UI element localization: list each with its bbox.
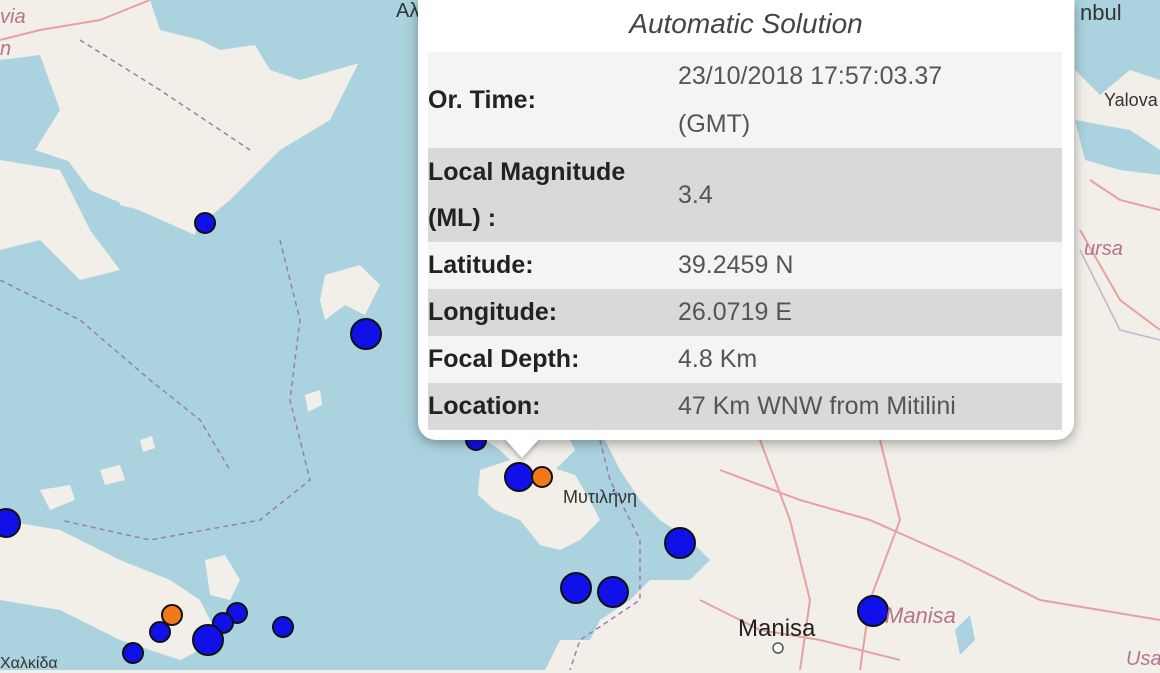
quake-marker[interactable] xyxy=(664,527,696,559)
quake-marker-recent[interactable] xyxy=(531,466,553,488)
info-key: Longitude: xyxy=(428,289,678,336)
map-label: via xyxy=(0,6,26,28)
quake-marker[interactable] xyxy=(122,642,144,664)
map-label: n xyxy=(0,38,12,60)
info-value: 23/10/2018 17:57:03.37 (GMT) xyxy=(678,52,1062,148)
map-label: ursa xyxy=(1084,238,1123,260)
map-label: Yalova xyxy=(1104,90,1158,110)
info-value: 26.0719 E xyxy=(678,289,1062,336)
info-value: 39.2459 N xyxy=(678,242,1062,289)
quake-marker-recent[interactable] xyxy=(161,604,183,626)
info-value: 47 Km WNW from Mitilini xyxy=(678,383,1062,430)
info-key: Focal Depth: xyxy=(428,336,678,383)
info-value: 3.4 xyxy=(678,148,1062,242)
info-row-focal-depth: Focal Depth: 4.8 Km xyxy=(428,336,1062,383)
info-row-longitude: Longitude: 26.0719 E xyxy=(428,289,1062,336)
quake-marker[interactable] xyxy=(194,212,216,234)
info-key: Location: xyxy=(428,383,678,430)
map-label: nbul xyxy=(1080,0,1122,25)
quake-marker[interactable] xyxy=(192,624,224,656)
info-value: 4.8 Km xyxy=(678,336,1062,383)
quake-marker[interactable] xyxy=(149,621,171,643)
earthquake-info-table: Or. Time: 23/10/2018 17:57:03.37 (GMT) L… xyxy=(428,52,1062,430)
map-label-manisa: Manisa xyxy=(738,615,816,642)
quake-marker[interactable] xyxy=(272,616,294,638)
map-label: Usa xyxy=(1126,648,1160,670)
info-key: Local Magnitude (ML) : xyxy=(428,148,678,242)
quake-marker-selected[interactable] xyxy=(504,462,534,492)
info-row-origin-time: Or. Time: 23/10/2018 17:57:03.37 (GMT) xyxy=(428,52,1062,148)
info-row-location: Location: 47 Km WNW from Mitilini xyxy=(428,383,1062,430)
map-label-mytilini: Μυτιλήνη xyxy=(563,487,637,507)
popup-title: Automatic Solution xyxy=(629,8,863,39)
town-dot xyxy=(772,642,784,654)
quake-marker[interactable] xyxy=(350,318,382,350)
earthquake-info-popup: Automatic Solution Or. Time: 23/10/2018 … xyxy=(418,0,1074,458)
popup-tip xyxy=(504,438,540,458)
map-label: Αλ xyxy=(396,0,420,22)
quake-marker[interactable] xyxy=(560,572,592,604)
map-label: Manisa xyxy=(885,603,956,628)
quake-marker[interactable] xyxy=(597,576,629,608)
quake-marker[interactable] xyxy=(0,508,21,538)
quake-marker[interactable] xyxy=(857,595,889,627)
info-row-magnitude: Local Magnitude (ML) : 3.4 xyxy=(428,148,1062,242)
map-label: Χαλκίδα xyxy=(0,655,58,672)
info-row-latitude: Latitude: 39.2459 N xyxy=(428,242,1062,289)
info-key: Latitude: xyxy=(428,242,678,289)
info-key: Or. Time: xyxy=(428,52,678,148)
